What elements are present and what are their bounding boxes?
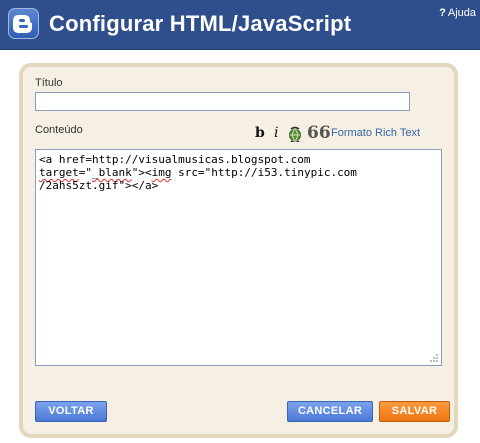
content-textarea[interactable]: <a href=http://visualmusicas.blogspot.co… [35, 149, 442, 366]
back-button[interactable]: VOLTAR [35, 401, 107, 422]
page-title: Configurar HTML/JavaScript [49, 11, 352, 36]
title-label: Título [35, 77, 63, 89]
save-button[interactable]: SALVAR [379, 401, 450, 422]
content-code: <a href=http://visualmusicas.blogspot.co… [39, 153, 357, 192]
bold-button[interactable]: b [255, 125, 265, 141]
blogger-logo-icon [8, 8, 39, 39]
help-icon: ? [439, 7, 446, 19]
header-bar: Configurar HTML/JavaScript ? Ajuda [0, 0, 480, 50]
content-label: Conteúdo [35, 124, 83, 136]
widget-config-panel: Título Conteúdo b i 66 Formato Rich Text… [19, 63, 458, 438]
blockquote-icon[interactable]: 66 [307, 123, 331, 143]
resize-grip-icon[interactable] [429, 353, 439, 363]
cancel-button[interactable]: CANCELAR [287, 401, 373, 422]
help-label: Ajuda [447, 7, 476, 19]
help-link[interactable]: ? Ajuda [439, 7, 476, 19]
rich-text-link[interactable]: Formato Rich Text [331, 127, 420, 139]
title-input[interactable] [35, 92, 410, 111]
link-icon[interactable] [287, 126, 303, 145]
italic-button[interactable]: i [274, 125, 278, 141]
